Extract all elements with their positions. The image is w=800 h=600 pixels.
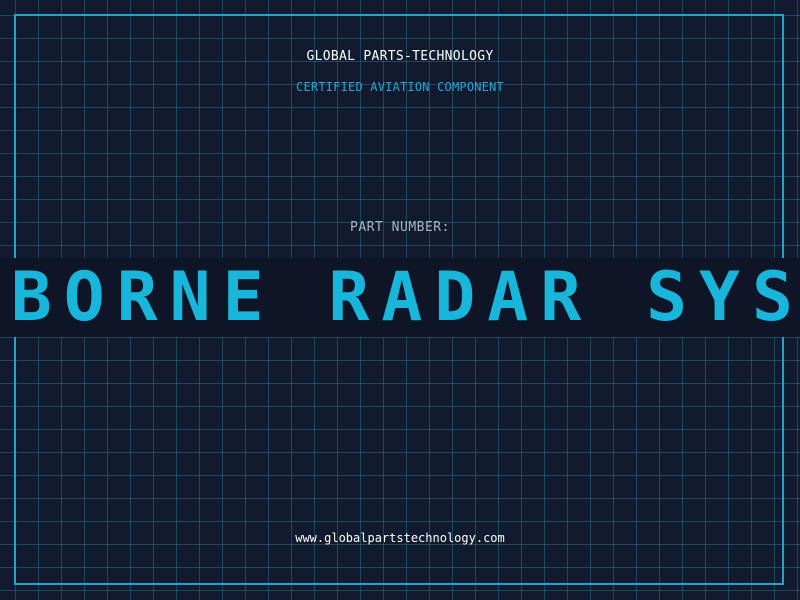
part-number-label: PART NUMBER: [350, 220, 450, 235]
part-number-band: AIRBORNE RADAR SYSTEMS FU [0, 258, 800, 337]
part-number-value: AIRBORNE RADAR SYSTEMS FU [0, 258, 800, 337]
website-url: www.globalpartstechnology.com [295, 531, 505, 545]
certification-subtitle: CERTIFIED AVIATION COMPONENT [296, 80, 504, 94]
company-name: GLOBAL PARTS-TECHNOLOGY [306, 49, 494, 64]
